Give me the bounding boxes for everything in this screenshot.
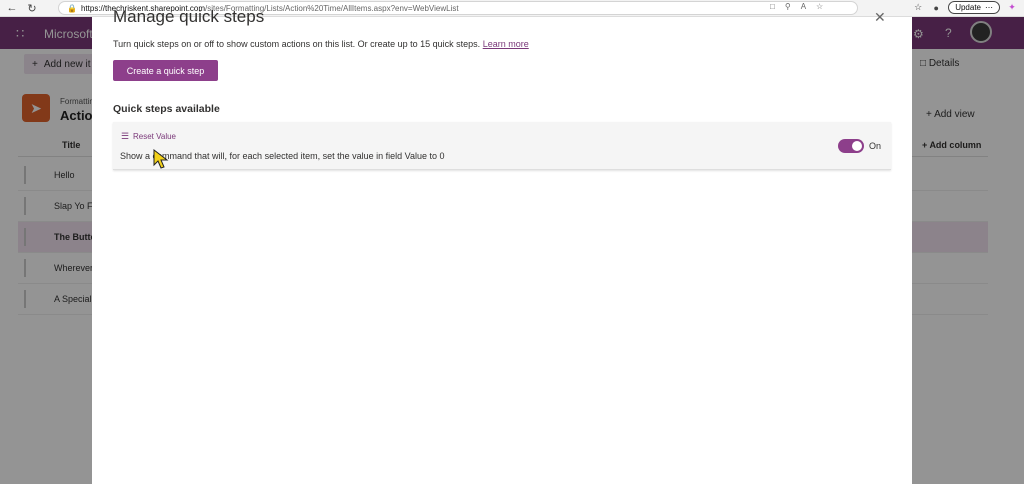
mouse-pointer-icon [153, 149, 169, 169]
manage-quick-steps-dialog: Manage quick steps ✕ Turn quick steps on… [92, 7, 912, 484]
quick-step-name[interactable]: Reset Value [133, 132, 176, 141]
section-heading: Quick steps available [113, 103, 220, 115]
learn-more-link[interactable]: Learn more [483, 39, 529, 49]
create-quick-step-button[interactable]: Create a quick step [113, 60, 218, 81]
lock-icon: 🔒 [67, 3, 77, 13]
profile-icon[interactable]: ● [930, 2, 942, 14]
quick-step-card[interactable]: ☰ Reset Value Show a command that will, … [113, 122, 891, 170]
quick-step-toggle[interactable] [838, 139, 864, 153]
back-icon[interactable]: ← [4, 0, 20, 16]
dialog-title: Manage quick steps [113, 7, 265, 26]
favorite-icon[interactable]: ☆ [816, 2, 823, 11]
zoom-icon[interactable]: ⚲ [785, 2, 791, 11]
reader-icon[interactable]: □ [770, 2, 775, 11]
refresh-icon[interactable]: ↻ [24, 0, 40, 16]
more-icon: ⋯ [985, 3, 993, 12]
copilot-icon[interactable]: ✦ [1006, 2, 1018, 14]
dialog-description: Turn quick steps on or off to show custo… [113, 39, 529, 49]
toggle-knob [852, 141, 862, 151]
favorites-bar-icon[interactable]: ☆ [912, 2, 924, 14]
read-aloud-icon[interactable]: A [801, 2, 806, 11]
update-button[interactable]: Update ⋯ [948, 1, 1000, 14]
quick-step-icon: ☰ [121, 131, 130, 141]
toggle-state-label: On [869, 141, 882, 151]
close-icon[interactable]: ✕ [874, 9, 886, 26]
